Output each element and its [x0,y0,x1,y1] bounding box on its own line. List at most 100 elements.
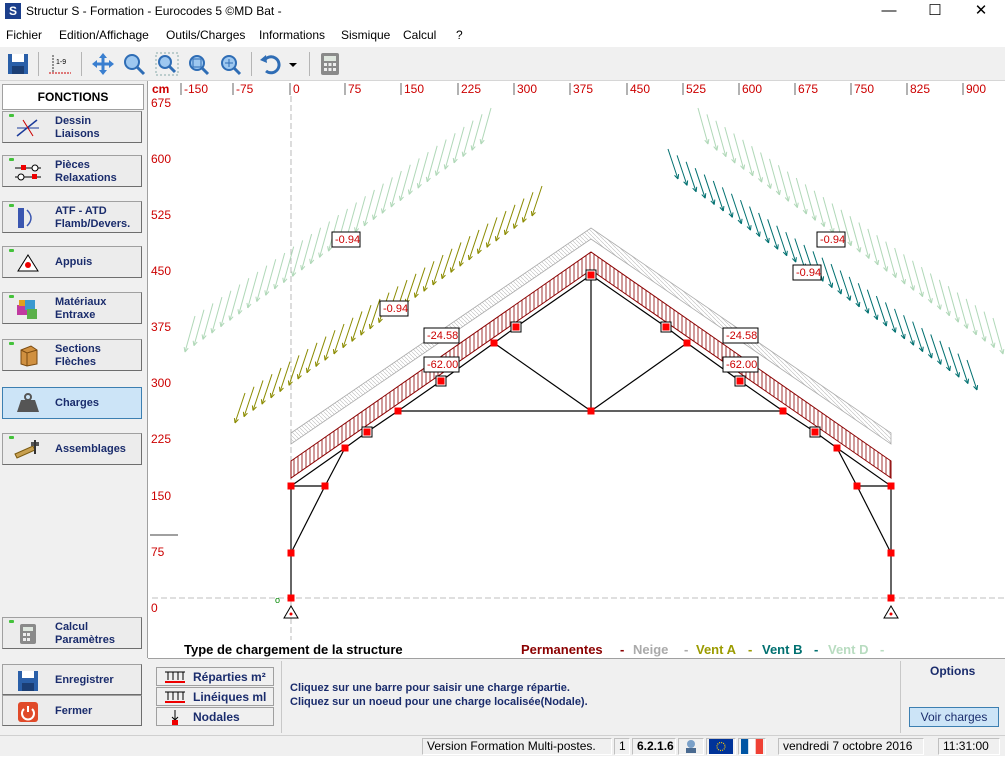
zoom-icon[interactable] [121,51,147,77]
menu-outils-charges[interactable]: Outils/Charges [166,28,245,42]
wind-arrow [247,271,259,309]
menu-fichier[interactable]: Fichier [6,28,42,42]
voir-charges-button[interactable]: Voir charges [909,707,999,727]
wind-arrow [903,254,915,291]
wind-arrow [441,248,453,279]
wind-arrow [715,120,727,157]
numbering-text: 1-9 [56,59,66,66]
fermer-button[interactable]: Fermer [2,695,142,726]
left-support-icon[interactable] [283,605,299,619]
fr-flag-icon[interactable] [738,738,766,755]
wind-label-right-upper: -0.94 [820,234,845,246]
atf-atd-button[interactable]: ATF - ATD Flamb/Devers. [2,201,142,233]
appuis-label: Appuis [55,256,93,268]
materiaux-entraxe-button[interactable]: Matériaux Entraxe [2,292,142,324]
enregistrer-button[interactable]: Enregistrer [2,664,142,695]
nodales-button[interactable]: Nodales [156,707,274,726]
wind-arrow [733,133,745,170]
wind-arrow [830,263,842,295]
wind-arrow [390,170,402,208]
node[interactable] [587,407,595,415]
wind-arrow [211,296,223,334]
menu-help[interactable]: ? [456,28,463,42]
eu-flag-icon[interactable] [706,738,736,755]
save-icon [13,669,43,693]
node[interactable] [779,407,787,415]
minimize-button[interactable]: — [866,0,912,24]
right-support-icon[interactable] [883,605,899,619]
status-version-text: Version Formation Multi-postes. [422,738,612,755]
node[interactable] [887,482,895,490]
top-ruler-tick: 225 [461,82,481,96]
wind-arrow [785,231,797,263]
close-window-button[interactable]: ✕ [958,0,1004,24]
wind-d-arrows-right[interactable] [697,107,1005,355]
info-line-2: Cliquez sur un noeud pour une charge loc… [290,696,588,708]
dropdown-icon[interactable] [286,51,300,77]
left-ruler-tick: 600 [151,152,171,166]
lineiques-button[interactable]: Linéiques ml [156,687,274,706]
node[interactable] [833,444,841,452]
distributed-load-icon [165,671,185,683]
wind-arrow [414,267,426,298]
sections-fleches-button[interactable]: Sections Flèches [2,339,142,371]
charges-button[interactable]: Charges [2,387,142,419]
wind-arrow [333,323,345,355]
maximize-button[interactable]: ☐ [912,0,958,24]
undo-icon[interactable] [258,51,284,77]
zoom-window-icon[interactable] [154,51,180,77]
menu-informations[interactable]: Informations [259,28,325,42]
top-ruler-tick: 825 [910,82,930,96]
zoom-fit-icon[interactable] [217,51,243,77]
wind-arrow [760,152,772,189]
wind-arrow [821,257,833,288]
truss-structure[interactable] [290,274,892,598]
wind-arrow [776,225,788,256]
wind-arrow [965,298,977,336]
calculator-icon[interactable] [317,51,343,77]
wind-arrow [513,198,525,229]
node[interactable] [683,339,691,347]
node[interactable] [853,482,861,490]
node[interactable] [394,407,402,415]
zoom-extents-icon[interactable] [185,51,211,77]
save-icon[interactable] [5,51,31,77]
assemblages-button[interactable]: Assemblages [2,433,142,465]
pieces-relaxations-button[interactable]: Pièces Relaxations [2,155,142,187]
node[interactable] [887,549,895,557]
node[interactable] [490,339,498,347]
legend-permanentes: Permanentes [521,642,603,657]
wind-arrow [767,219,779,250]
menu-bar: Fichier Edition/Affichage Outils/Charges… [0,25,1005,47]
reparties-button[interactable]: Réparties m² [156,667,274,686]
calc-settings-icon [13,622,43,646]
wind-arrow [884,302,896,333]
pan-icon[interactable] [90,51,116,77]
numbering-icon[interactable]: 1-9 [47,51,73,77]
node[interactable] [287,482,295,490]
drawing-canvas[interactable]: cm -150 -75 0 75 150 225 300 375 450 525 600 675 750… [150,81,1005,658]
wind-arrow [867,228,879,266]
node[interactable] [341,444,349,452]
menu-calcul[interactable]: Calcul [403,28,436,42]
wind-arrow [804,184,816,221]
node[interactable] [287,594,295,602]
top-ruler-tick: 450 [630,82,650,96]
top-ruler-tick: -150 [184,82,208,96]
legend-sep-4: - [814,642,818,657]
menu-edition-affichage[interactable]: Edition/Affichage [59,28,149,42]
dessin-liaisons-button[interactable]: Dessin Liaisons [2,111,142,143]
menu-sismique[interactable]: Sismique [341,28,390,42]
sections-fleches-label: Sections Flèches [55,343,101,368]
node[interactable] [887,594,895,602]
node[interactable] [321,482,329,490]
wind-d-arrows-left[interactable] [183,107,492,353]
wind-arrow [324,330,336,361]
appuis-button[interactable]: Appuis [2,246,142,278]
wind-arrow [342,317,354,348]
app-icon[interactable]: S [5,3,21,19]
wind-arrow [974,305,986,342]
node[interactable] [287,549,295,557]
status-user-icon[interactable] [678,738,704,755]
calcul-parametres-button[interactable]: Calcul Paramètres [2,617,142,649]
